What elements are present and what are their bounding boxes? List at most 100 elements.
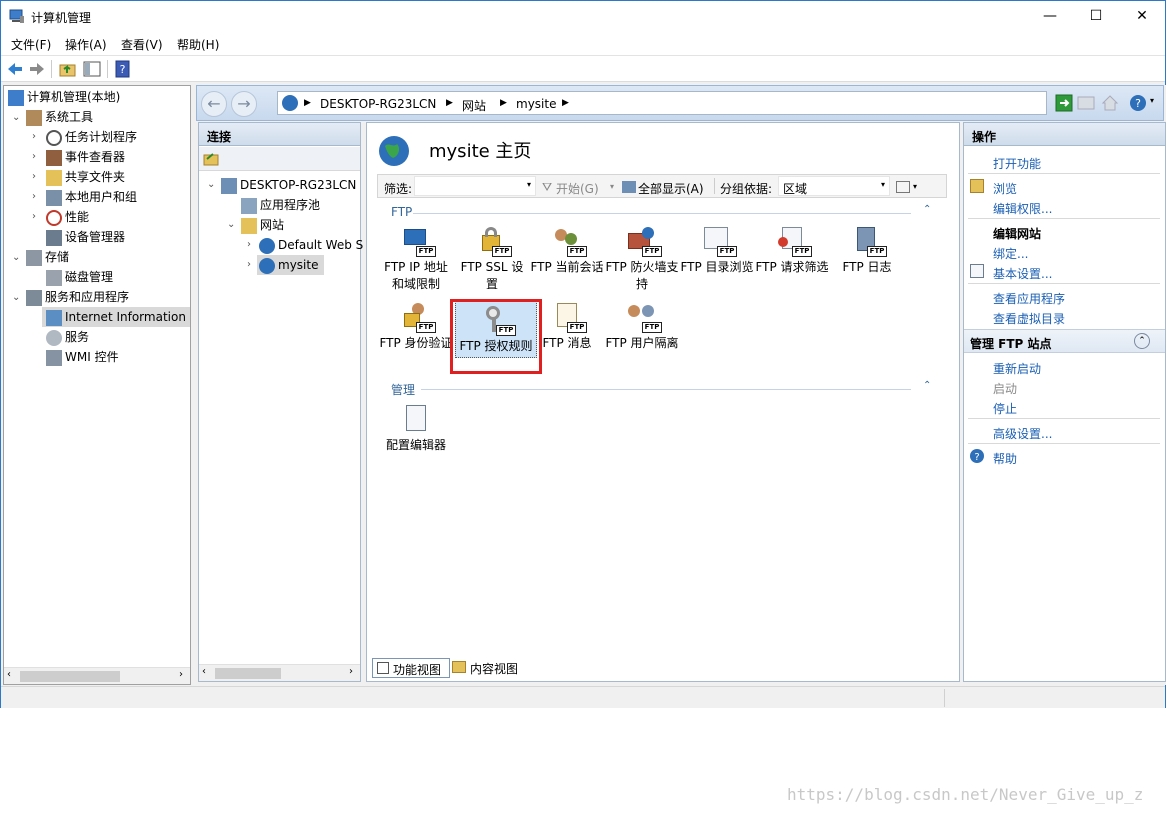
action-restart[interactable]: 重新启动 (993, 360, 1041, 377)
menu-file[interactable]: 文件(F) (11, 36, 51, 53)
tree-item-device-manager[interactable]: 设备管理器 (46, 227, 125, 247)
scroll-right-icon[interactable]: › (349, 666, 353, 677)
maximize-button[interactable]: ☐ (1073, 1, 1119, 31)
scroll-right-icon[interactable]: › (179, 669, 183, 680)
action-browse[interactable]: 浏览 (993, 180, 1017, 197)
action-start[interactable]: 启动 (993, 380, 1017, 397)
chevron-right-icon[interactable]: › (32, 211, 36, 222)
action-edit-permissions[interactable]: 编辑权限... (993, 200, 1052, 217)
view-mode-dropdown-icon[interactable]: ▾ (913, 182, 917, 191)
collapse-section-icon[interactable]: ⌃ (1134, 333, 1150, 349)
connection-sites[interactable]: 网站 (241, 215, 284, 235)
tree-item-local-users[interactable]: 本地用户和组 (46, 187, 137, 207)
tree-item-shared-folders[interactable]: 共享文件夹 (46, 167, 125, 187)
chevron-right-icon[interactable]: › (247, 259, 251, 270)
tree-horizontal-scrollbar[interactable]: ‹ › (4, 667, 190, 684)
start-dropdown-icon[interactable]: ▾ (610, 182, 614, 191)
chevron-down-icon[interactable]: ⌄ (207, 179, 215, 190)
minimize-button[interactable]: — (1027, 1, 1073, 31)
tree-item-event-viewer[interactable]: 事件查看器 (46, 147, 125, 167)
chevron-right-icon[interactable]: › (32, 191, 36, 202)
tree-item-wmi[interactable]: WMI 控件 (46, 347, 119, 367)
feature-config-editor[interactable]: 配置编辑器 (379, 403, 453, 454)
chevron-down-icon[interactable]: ⌄ (12, 252, 20, 263)
group-by-select[interactable]: 区域 ▾ (778, 176, 890, 196)
feature-ftp-ip-restrictions[interactable]: FTP FTP IP 地址和域限制 (379, 225, 453, 293)
action-advanced-settings[interactable]: 高级设置... (993, 425, 1052, 442)
feature-ftp-request-filtering[interactable]: FTP FTP 请求筛选 (755, 225, 829, 276)
feature-ftp-directory-browsing[interactable]: FTP FTP 目录浏览 (680, 225, 754, 276)
breadcrumb-site[interactable]: mysite (516, 97, 556, 111)
chevron-down-icon[interactable]: ⌄ (12, 112, 20, 123)
tree-item-task-scheduler[interactable]: 任务计划程序 (46, 127, 137, 147)
actions-separator (968, 218, 1160, 219)
forward-arrow-icon[interactable] (28, 60, 46, 78)
help-icon[interactable]: ? (114, 60, 132, 78)
start-filter-button[interactable]: 开始(G) (556, 180, 599, 197)
menu-view[interactable]: 查看(V) (121, 36, 163, 53)
menu-action[interactable]: 操作(A) (65, 36, 107, 53)
action-bindings[interactable]: 绑定... (993, 245, 1028, 262)
breadcrumb-sites[interactable]: 网站 (462, 97, 486, 114)
connection-app-pools[interactable]: 应用程序池 (241, 195, 320, 215)
connections-scrollbar[interactable]: ‹ › (199, 664, 360, 681)
home-icon[interactable] (1101, 94, 1119, 112)
feature-ftp-sessions[interactable]: FTP FTP 当前会话 (530, 225, 604, 276)
collapse-management-icon[interactable]: ⌃ (923, 380, 931, 391)
tree-root[interactable]: 计算机管理(本地) (8, 87, 120, 107)
chevron-down-icon[interactable]: ⌄ (12, 292, 20, 303)
feature-ftp-logging[interactable]: FTP FTP 日志 (830, 225, 904, 276)
menu-help[interactable]: 帮助(H) (177, 36, 219, 53)
back-arrow-icon[interactable] (6, 60, 24, 78)
help-dropdown-icon[interactable]: ▾ (1150, 96, 1154, 105)
tree-item-services-apps[interactable]: 服务和应用程序 (26, 287, 129, 307)
stop-icon[interactable] (1077, 94, 1095, 112)
chevron-right-icon[interactable]: › (32, 131, 36, 142)
view-mode-icon[interactable] (896, 181, 910, 193)
connect-icon[interactable] (203, 151, 219, 167)
tree-item-services[interactable]: 服务 (46, 327, 89, 347)
action-stop[interactable]: 停止 (993, 400, 1017, 417)
refresh-icon[interactable] (1055, 94, 1073, 112)
scrollbar-thumb[interactable] (20, 671, 120, 682)
feature-ftp-user-isolation[interactable]: FTP FTP 用户隔离 (605, 301, 679, 352)
feature-ftp-firewall[interactable]: FTP FTP 防火墙支持 (605, 225, 679, 293)
scroll-left-icon[interactable]: ‹ (202, 666, 206, 677)
chevron-right-icon[interactable]: › (247, 239, 251, 250)
tree-item-storage[interactable]: 存储 (26, 247, 69, 267)
connection-mysite[interactable]: mysite (257, 255, 325, 275)
scrollbar-thumb[interactable] (215, 668, 281, 679)
chevron-right-icon[interactable]: › (32, 151, 36, 162)
action-basic-settings[interactable]: 基本设置... (993, 265, 1052, 282)
breadcrumb-server[interactable]: DESKTOP-RG23LCN (320, 97, 436, 111)
breadcrumb[interactable]: ▶ DESKTOP-RG23LCN ▶ 网站 ▶ mysite ▶ (277, 91, 1047, 115)
chevron-down-icon[interactable]: ⌄ (227, 219, 235, 230)
tree-item-iis[interactable]: Internet Information S (42, 307, 190, 327)
connection-default-site[interactable]: Default Web S (259, 235, 363, 255)
show-all-button[interactable]: 全部显示(A) (638, 180, 704, 197)
tree-item-performance[interactable]: 性能 (46, 207, 89, 227)
action-view-virtual-dirs[interactable]: 查看虚拟目录 (993, 310, 1065, 327)
connection-server[interactable]: DESKTOP-RG23LCN (221, 175, 356, 195)
nav-back-button[interactable]: ← (201, 91, 227, 117)
tree-item-system-tools[interactable]: 系统工具 (26, 107, 93, 127)
show-hide-tree-icon[interactable] (83, 60, 101, 78)
tab-content-view[interactable]: 内容视图 (452, 658, 532, 678)
feature-ftp-ssl[interactable]: FTP FTP SSL 设置 (455, 225, 529, 293)
help-circle-icon[interactable]: ? (1129, 94, 1147, 112)
tree-item-disk-management[interactable]: 磁盘管理 (46, 267, 113, 287)
help-circle-icon: ? (970, 449, 984, 463)
action-open-feature[interactable]: 打开功能 (993, 155, 1041, 172)
feature-ftp-messages[interactable]: FTP FTP 消息 (530, 301, 604, 352)
tab-features-view[interactable]: 功能视图 (372, 658, 450, 678)
action-view-applications[interactable]: 查看应用程序 (993, 290, 1065, 307)
close-button[interactable]: ✕ (1119, 1, 1165, 31)
scroll-left-icon[interactable]: ‹ (7, 669, 11, 680)
collapse-ftp-icon[interactable]: ⌃ (923, 204, 931, 215)
chevron-right-icon[interactable]: › (32, 171, 36, 182)
up-folder-icon[interactable] (59, 60, 77, 78)
nav-forward-button[interactable]: → (231, 91, 257, 117)
feature-ftp-authentication[interactable]: FTP FTP 身份验证 (379, 301, 453, 352)
filter-input[interactable]: ▾ (414, 176, 536, 196)
action-help[interactable]: 帮助 (993, 450, 1017, 467)
